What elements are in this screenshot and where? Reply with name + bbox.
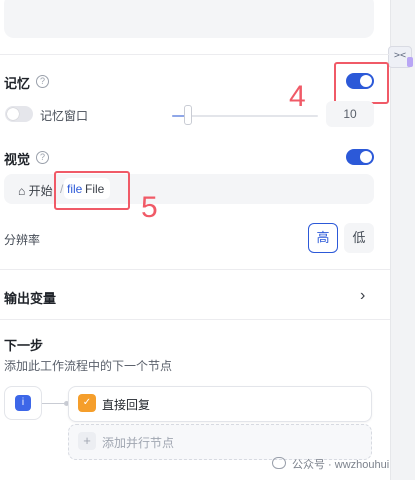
top-input-box[interactable] xyxy=(4,0,374,38)
handle-accent xyxy=(407,57,413,67)
memory-window-input[interactable]: 10 xyxy=(326,101,374,127)
memory-window-toggle[interactable] xyxy=(5,106,33,122)
divider xyxy=(0,269,390,270)
annotation-5: 5 xyxy=(141,191,158,224)
add-parallel-node-label: 添加并行节点 xyxy=(102,436,175,450)
current-node[interactable]: i xyxy=(4,386,42,420)
divider xyxy=(0,319,390,320)
resolution-label: 分辨率 xyxy=(4,233,41,247)
memory-window-label: 记忆窗口 xyxy=(40,109,89,123)
wechat-icon xyxy=(272,457,286,469)
help-icon[interactable]: ? xyxy=(36,75,49,88)
breadcrumb-home[interactable]: ⌂ 开始 xyxy=(18,182,53,199)
home-icon: ⌂ xyxy=(18,184,26,198)
resolution-low-button[interactable]: 低 xyxy=(344,223,374,253)
help-icon[interactable]: ? xyxy=(36,151,49,164)
collapse-icon: >< xyxy=(393,50,407,61)
memory-window-slider-handle[interactable] xyxy=(184,105,192,125)
memory-window-slider-track[interactable] xyxy=(172,115,318,117)
collapse-handle[interactable]: >< xyxy=(388,46,413,68)
node-connector xyxy=(42,403,66,404)
next-step-description: 添加此工作流程中的下一个节点 xyxy=(4,359,173,373)
next-step-title: 下一步 xyxy=(4,338,44,353)
vision-title: 视觉 xyxy=(4,152,31,167)
resolution-high-button[interactable]: 高 xyxy=(308,223,338,253)
watermark-text: 公众号 · wwzhouhui xyxy=(292,459,390,471)
divider xyxy=(0,54,390,55)
plus-icon: + xyxy=(78,432,96,450)
output-variables-title[interactable]: 输出变量 xyxy=(4,288,56,307)
highlight-box-5 xyxy=(54,171,130,210)
memory-title: 记忆 xyxy=(4,76,31,91)
annotation-4: 4 xyxy=(289,80,306,113)
vision-toggle[interactable] xyxy=(346,149,374,165)
scrollbar[interactable] xyxy=(390,0,415,480)
chevron-right-icon[interactable]: › xyxy=(360,287,365,305)
reply-icon: ✓ xyxy=(78,394,96,412)
breadcrumb-home-label: 开始 xyxy=(28,184,53,198)
start-node-icon: i xyxy=(15,395,31,411)
next-node-label: 直接回复 xyxy=(102,398,151,412)
highlight-box-4 xyxy=(334,62,389,104)
